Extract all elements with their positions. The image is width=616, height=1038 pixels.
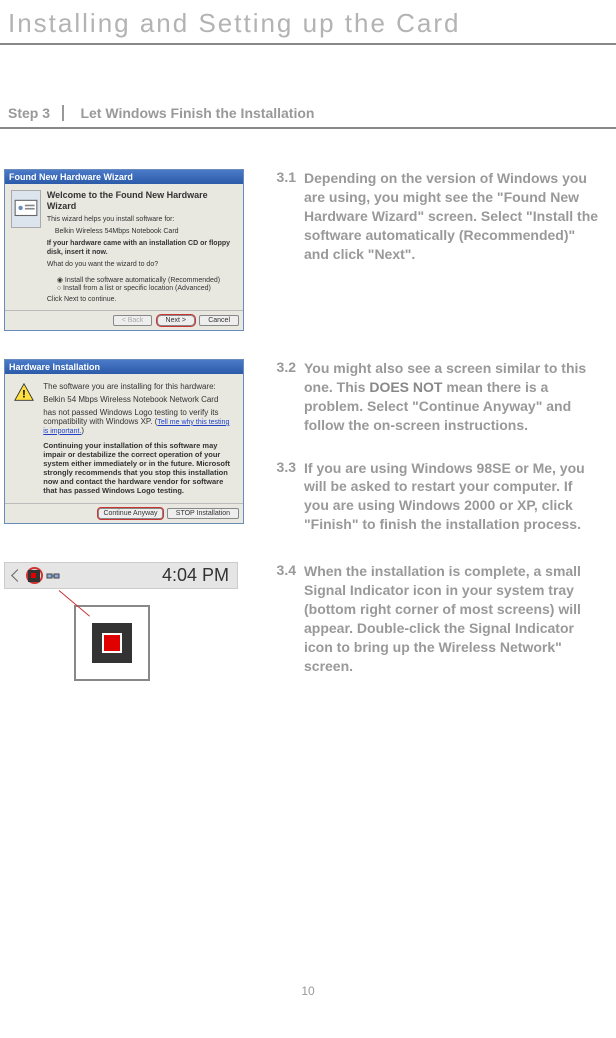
step-text-3-1: Depending on the version of Windows you … [304, 169, 600, 263]
radio-recommended[interactable]: ◉ Install the software automatically (Re… [57, 276, 237, 284]
tray-icons [26, 568, 61, 584]
svg-text:!: ! [22, 389, 26, 401]
back-button: < Back [113, 315, 153, 326]
warn-titlebar: Hardware Installation [5, 360, 243, 374]
section-3-1: Found New Hardware Wizard Welcome to the… [0, 169, 616, 331]
step-header-underline [0, 127, 616, 129]
dialog-footer: < Back Next > Cancel [5, 310, 243, 330]
step-label: Step 3 [4, 105, 64, 121]
warn-line1: The software you are installing for this… [43, 382, 233, 391]
found-new-hardware-dialog: Found New Hardware Wizard Welcome to the… [4, 169, 244, 331]
step-3-2-strong: DOES NOT [369, 379, 442, 395]
warn-footer: Continue Anyway STOP Installation [5, 503, 243, 523]
network-tray-icon[interactable] [45, 568, 61, 584]
warn-device: Belkin 54 Mbps Wireless Notebook Network… [43, 395, 233, 404]
continue-anyway-button[interactable]: Continue Anyway [98, 508, 162, 519]
cd-notice: If your hardware came with an installati… [47, 240, 237, 257]
step-num-3-2: 3.2 [244, 359, 304, 435]
step-title: Let Windows Finish the Installation [80, 105, 314, 121]
wizard-sub1: This wizard helps you install software f… [47, 216, 237, 224]
step-num-3-1: 3.1 [244, 169, 304, 263]
section-3-4: 4:04 PM 3.4 When the installation is com… [0, 562, 616, 681]
radio-group: ◉ Install the software automatically (Re… [57, 276, 237, 292]
page-number: 10 [301, 984, 314, 998]
wizard-device: Belkin Wireless 54Mbps Notebook Card [55, 228, 237, 236]
radio-recommended-label: Install the software automatically (Reco… [65, 277, 220, 284]
warn-line2b: ) [81, 426, 84, 435]
signal-indicator-icon [92, 623, 132, 663]
signal-indicator-tray-icon[interactable] [26, 568, 42, 584]
step-num-3-3: 3.3 [244, 459, 304, 535]
radio-advanced-label: Install from a list or specific location… [63, 285, 211, 292]
tray-chevron-icon[interactable] [11, 569, 24, 582]
step-text-3-3: If you are using Windows 98SE or Me, you… [304, 459, 600, 535]
radio-advanced[interactable]: ○ Install from a list or specific locati… [57, 285, 237, 292]
title-underline [0, 43, 616, 45]
warn-text-block: The software you are installing for this… [43, 382, 233, 495]
warn-line2: has not passed Windows Logo testing to v… [43, 408, 233, 435]
step-num-3-4: 3.4 [244, 562, 304, 675]
dialog-titlebar: Found New Hardware Wizard [5, 170, 243, 184]
continue-text: Click Next to continue. [47, 296, 237, 304]
wizard-heading: Welcome to the Found New Hardware Wizard [47, 190, 237, 212]
warning-icon: ! [13, 382, 35, 404]
cancel-button[interactable]: Cancel [199, 315, 239, 326]
warn-dialog-box: Hardware Installation ! The software you… [4, 359, 244, 524]
dialog-box: Found New Hardware Wizard Welcome to the… [4, 169, 244, 331]
hardware-installation-dialog: Hardware Installation ! The software you… [4, 359, 244, 524]
step-text-3-2: You might also see a screen similar to t… [304, 359, 600, 435]
section-3-2-3: Hardware Installation ! The software you… [0, 359, 616, 534]
signal-indicator-dot [102, 633, 122, 653]
system-tray-mock: 4:04 PM [4, 562, 244, 681]
step-header: Step 3 Let Windows Finish the Installati… [0, 105, 616, 127]
next-button[interactable]: Next > [157, 315, 195, 326]
page-title: Installing and Setting up the Card [0, 0, 616, 43]
wizard-icon [11, 190, 41, 228]
step-text-3-4: When the installation is complete, a sma… [304, 562, 600, 675]
system-tray: 4:04 PM [4, 562, 238, 589]
warn-bold: Continuing your installation of this sof… [43, 441, 233, 495]
wizard-question: What do you want the wizard to do? [47, 261, 237, 269]
signal-indicator-zoom [74, 605, 150, 681]
tray-clock: 4:04 PM [162, 565, 229, 586]
stop-installation-button[interactable]: STOP Installation [167, 508, 239, 519]
